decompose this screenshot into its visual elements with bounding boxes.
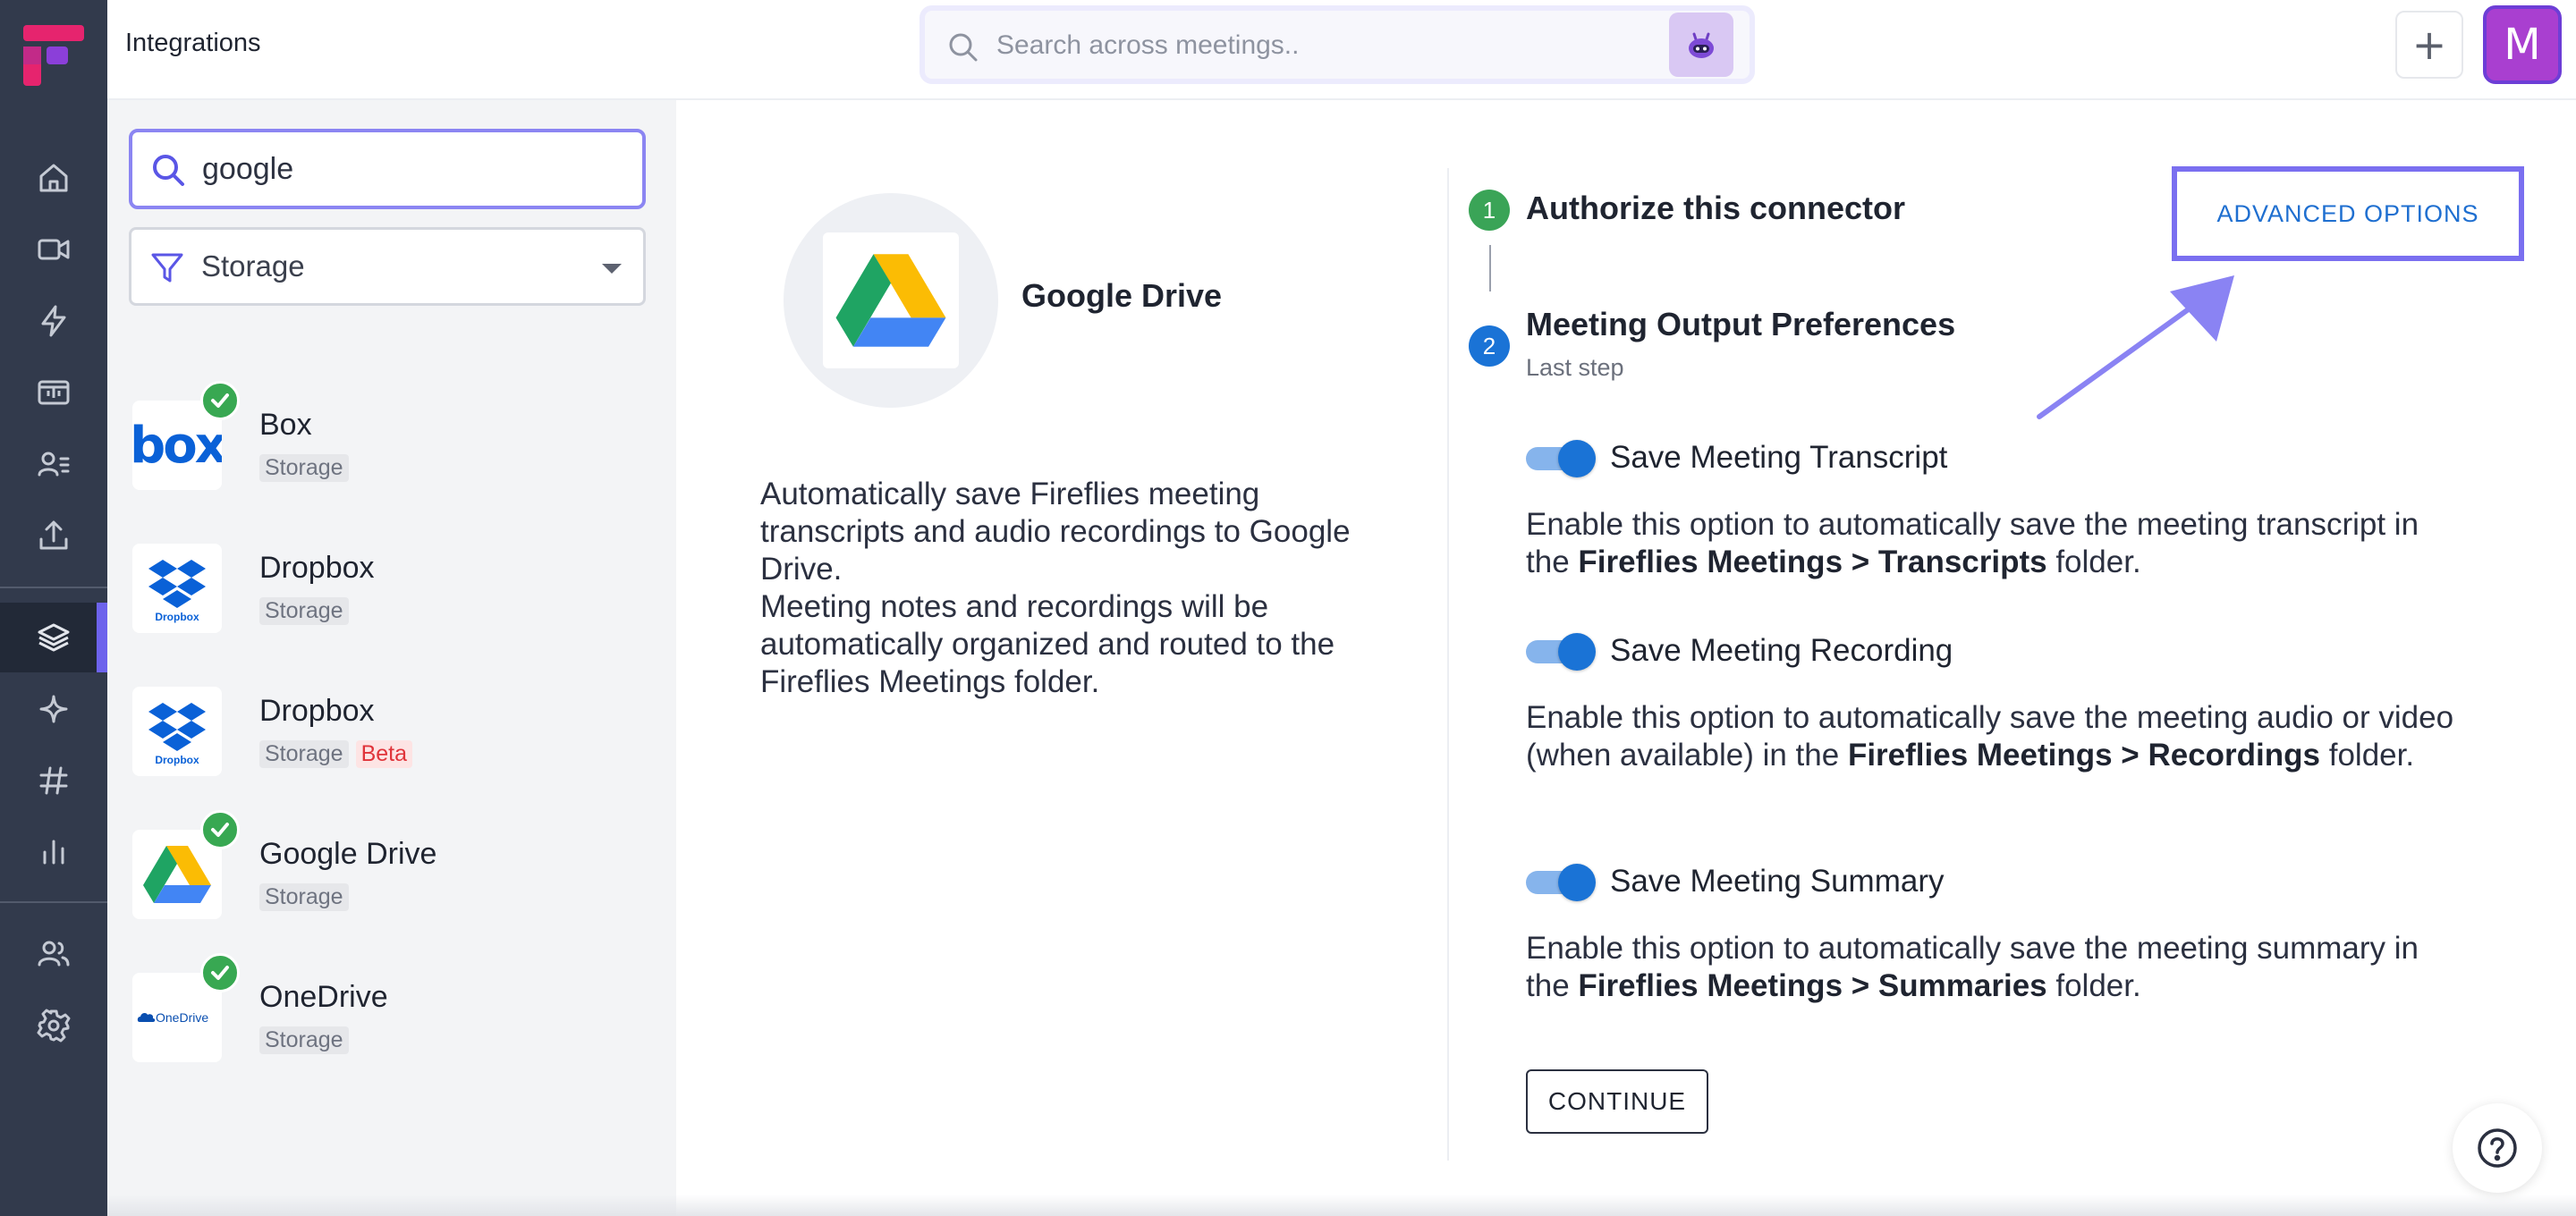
video-camera-icon: [38, 239, 70, 260]
step-2-subtitle: Last step: [1526, 354, 1624, 381]
nav-team[interactable]: [0, 919, 107, 989]
step-1-badge: 1: [1469, 190, 1510, 231]
sparkle-icon: [39, 695, 68, 723]
save-recording-toggle[interactable]: [1526, 633, 1596, 671]
integration-name: Box: [259, 408, 312, 442]
nav-channels[interactable]: [0, 746, 107, 815]
svg-text:Dropbox: Dropbox: [155, 754, 199, 766]
description-line-2: Meeting notes and recordings will be aut…: [760, 589, 1335, 699]
nav-ai-apps[interactable]: [0, 674, 107, 744]
save-transcript-label: Save Meeting Transcript: [1610, 440, 1948, 475]
continue-button[interactable]: CONTINUE: [1526, 1069, 1708, 1134]
nav-automations[interactable]: [0, 286, 107, 356]
integration-name: Dropbox: [259, 551, 375, 585]
integration-detail: Google Drive Automatically save Fireflie…: [676, 100, 2576, 1216]
gear-icon: [37, 1009, 71, 1043]
page-title: Integrations: [125, 29, 261, 57]
integration-item-dropbox[interactable]: Dropbox Dropbox Storage: [132, 544, 633, 660]
step-connector: [1489, 245, 1491, 291]
nav-contacts[interactable]: [0, 429, 107, 499]
category-tag: Storage: [259, 883, 349, 911]
hashtag-icon: [39, 766, 68, 795]
chevron-down-icon: [602, 264, 622, 274]
top-header: Integrations + M: [107, 0, 2576, 100]
annotation-arrow-icon: [2037, 275, 2234, 419]
save-summary-description: Enable this option to automatically save…: [1526, 931, 2419, 1003]
save-recording-description: Enable this option to automatically save…: [1526, 700, 2454, 773]
global-search-input[interactable]: [996, 23, 1712, 68]
layers-icon: [38, 623, 70, 652]
nav-upload[interactable]: [0, 501, 107, 570]
category-tag: Storage: [259, 597, 349, 625]
step-1-title: Authorize this connector: [1526, 190, 1906, 226]
filter-icon: [151, 253, 183, 283]
nav-separator: [0, 901, 107, 903]
integration-item-dropbox-beta[interactable]: Dropbox Dropbox Storage Beta: [132, 687, 633, 803]
nav-uploads-monitor[interactable]: [0, 358, 107, 427]
app-name: Google Drive: [1021, 277, 1223, 314]
category-tag: Storage: [259, 454, 349, 482]
global-search[interactable]: [919, 5, 1755, 84]
integration-search-value: google: [202, 152, 294, 186]
dropbox-logo-icon: Dropbox: [132, 544, 222, 633]
category-filter-select[interactable]: Storage: [129, 227, 646, 306]
contacts-icon: [38, 452, 70, 477]
lightning-icon: [41, 305, 66, 337]
fireflies-logo-icon[interactable]: [23, 25, 84, 86]
integration-name: Dropbox: [259, 694, 375, 728]
nav-settings[interactable]: [0, 991, 107, 1060]
nav-integrations[interactable]: [0, 603, 107, 672]
save-summary-toggle[interactable]: [1526, 864, 1596, 901]
nav-separator: [0, 587, 107, 588]
nav-home[interactable]: [0, 143, 107, 213]
home-icon: [39, 164, 68, 192]
integration-name: OneDrive: [259, 980, 388, 1014]
upload-icon: [39, 520, 68, 550]
description-line-1: Automatically save Fireflies meeting tra…: [760, 477, 1351, 587]
beta-badge: Beta: [355, 740, 412, 768]
nav-meetings[interactable]: [0, 215, 107, 284]
category-filter-value: Storage: [201, 249, 305, 283]
integration-name: Google Drive: [259, 837, 437, 871]
user-avatar[interactable]: M: [2483, 5, 2562, 84]
step-2-badge: 2: [1469, 325, 1510, 367]
monitor-icon: [38, 380, 70, 405]
save-recording-label: Save Meeting Recording: [1610, 633, 1953, 668]
team-icon: [38, 941, 70, 967]
save-summary-label: Save Meeting Summary: [1610, 864, 1945, 899]
integrations-filter-panel: google Storage box Box Storage Dropbox D…: [107, 100, 676, 1216]
bottom-shadow: [107, 1195, 2576, 1216]
robot-icon: [1689, 32, 1714, 58]
column-divider: [1447, 168, 1449, 1161]
app-logo-circle: [784, 193, 998, 408]
app-description: Automatically save Fireflies meeting tra…: [760, 476, 1404, 701]
installed-check-icon: [200, 953, 240, 992]
dropbox-logo-icon: Dropbox: [132, 687, 222, 776]
svg-text:Dropbox: Dropbox: [155, 611, 199, 623]
integration-search-field[interactable]: google: [129, 129, 646, 209]
fred-bot-button[interactable]: [1669, 13, 1733, 77]
question-icon: [2478, 1128, 2517, 1168]
category-tag: Storage: [259, 1026, 349, 1054]
integration-item-box[interactable]: box Box Storage: [132, 381, 633, 517]
installed-check-icon: [200, 810, 240, 849]
integration-item-onedrive[interactable]: OneDrive OneDrive Storage: [132, 953, 633, 1089]
help-button[interactable]: [2453, 1103, 2542, 1193]
search-icon: [153, 155, 184, 186]
integration-item-google-drive[interactable]: Google Drive Storage: [132, 810, 633, 946]
save-transcript-description: Enable this option to automatically save…: [1526, 507, 2419, 579]
nav-rail: [0, 0, 107, 1216]
advanced-options-button[interactable]: ADVANCED OPTIONS: [2172, 166, 2524, 261]
google-drive-logo-icon: [823, 232, 959, 368]
nav-analytics[interactable]: [0, 817, 107, 887]
save-transcript-toggle[interactable]: [1526, 440, 1596, 477]
step-2-title: Meeting Output Preferences: [1526, 306, 1956, 342]
installed-check-icon: [200, 381, 240, 420]
svg-text:OneDrive: OneDrive: [156, 1010, 208, 1025]
bar-chart-icon: [43, 840, 64, 865]
search-icon: [949, 33, 978, 62]
category-tag: Storage: [259, 740, 349, 768]
add-button[interactable]: +: [2395, 11, 2463, 79]
